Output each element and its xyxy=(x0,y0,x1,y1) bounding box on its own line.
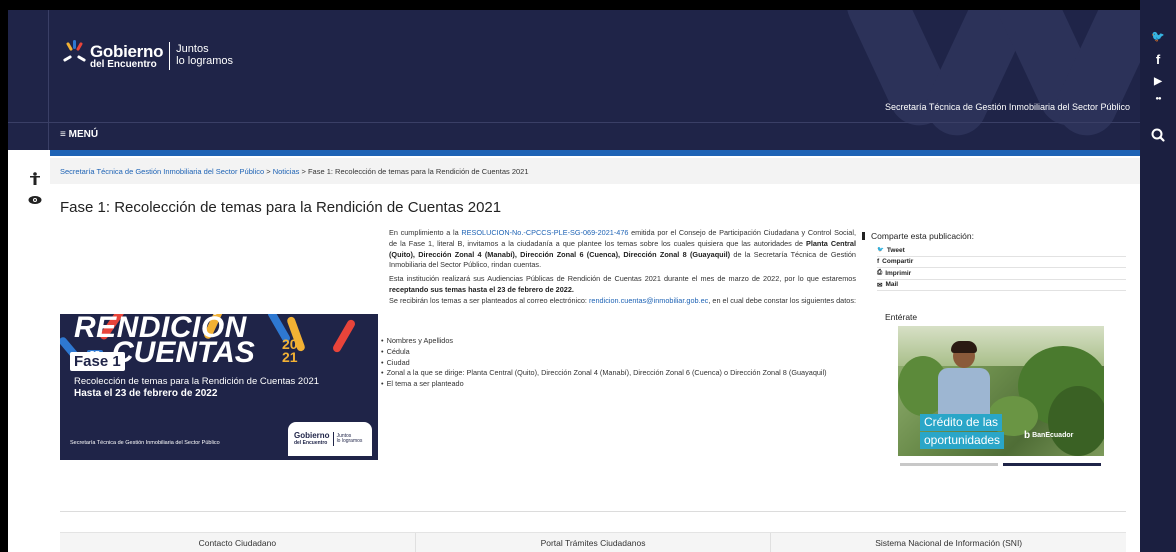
breadcrumb-separator: > xyxy=(264,167,273,176)
flickr-icon[interactable]: ●● xyxy=(1155,96,1161,102)
promo-caption-line1: Crédito de las xyxy=(920,414,1003,431)
window-top-border xyxy=(0,0,1176,10)
resolution-link[interactable]: RESOLUCION-No.-CPCCS-PLE-SG-069-2021-476 xyxy=(461,228,628,237)
breadcrumb: Secretaría Técnica de Gestión Inmobiliar… xyxy=(60,167,529,176)
promo-banner[interactable]: Crédito de las oportunidades b BanEcuador xyxy=(898,326,1104,456)
breadcrumb-home-link[interactable]: Secretaría Técnica de Gestión Inmobiliar… xyxy=(60,167,264,176)
enterate-heading: Entérate xyxy=(885,312,918,322)
share-facebook-button[interactable]: f Compartir xyxy=(877,257,1126,268)
facebook-icon[interactable]: f xyxy=(1156,52,1160,67)
logo-subtitle: del Encuentro xyxy=(90,58,157,70)
logo-slogan-line2: lo logramos xyxy=(176,55,234,67)
footer-link-contacto[interactable]: Contacto Ciudadano xyxy=(60,533,416,552)
promo-caption-line2: oportunidades xyxy=(920,432,1005,449)
article-body: En cumplimiento a la RESOLUCION-No.-CPCC… xyxy=(389,228,856,310)
twitter-icon[interactable]: 🐦 xyxy=(1151,30,1165,43)
slider-indicator-active[interactable] xyxy=(1003,463,1101,466)
required-data-list: Nombres y Apellidos Cédula Ciudad Zonal … xyxy=(381,336,861,390)
promo-bank-logo: b BanEcuador xyxy=(1024,430,1074,441)
footer-link-tramites[interactable]: Portal Trámites Ciudadanos xyxy=(416,533,772,552)
breadcrumb-separator: > xyxy=(299,167,308,176)
breadcrumb-current: Fase 1: Recolección de temas para la Ren… xyxy=(307,167,529,176)
article-banner-image: RENDICIÓN DE CUENTAS 20 21 Fase 1 Recole… xyxy=(60,314,378,460)
header-divider xyxy=(48,10,49,150)
banner-logo-title: Gobierno xyxy=(294,431,330,440)
promo-bank-name: BanEcuador xyxy=(1032,432,1074,439)
banner-year-bottom: 21 xyxy=(282,348,298,365)
banner-gobierno-logo: Gobierno del Encuentro Juntos lo logramo… xyxy=(288,422,372,456)
logo-mark-icon xyxy=(62,40,87,70)
banner-phase-label: Fase 1 xyxy=(70,352,125,371)
header-divider xyxy=(8,122,1140,123)
accessibility-icon[interactable] xyxy=(29,172,41,186)
banner-institution: Secretaría Técnica de Gestión Inmobiliar… xyxy=(70,440,220,446)
youtube-icon[interactable]: ▶ xyxy=(1154,76,1162,87)
page-title: Fase 1: Recolección de temas para la Ren… xyxy=(60,199,502,216)
menu-button[interactable]: ≡ MENÚ xyxy=(60,129,98,140)
share-panel: Comparte esta publicación: 🐦 Tweet f Compa… xyxy=(862,231,1130,291)
twitter-icon: 🐦 xyxy=(877,247,884,254)
footer-link-sni[interactable]: Sistema Nacional de Información (SNI) xyxy=(771,533,1126,552)
logo-title: Gobierno xyxy=(90,41,164,61)
list-item: Ciudad xyxy=(381,358,861,369)
list-item: El tema a ser planteado xyxy=(381,379,861,390)
share-tweet-button[interactable]: 🐦 Tweet xyxy=(877,245,1126,257)
institution-name[interactable]: Secretaría Técnica de Gestión Inmobiliar… xyxy=(885,102,1130,112)
article-paragraph: Esta institución realizará sus Audiencia… xyxy=(389,274,856,294)
search-icon[interactable] xyxy=(1146,125,1170,145)
banner-title-cuentas: CUENTAS xyxy=(112,336,255,369)
email-link[interactable]: rendicion.cuentas@inmobiliar.gob.ec xyxy=(589,296,708,305)
gobierno-logo[interactable]: Gobierno del Encuentro Juntos lo logramo… xyxy=(62,40,234,70)
banner-subtitle: Recolección de temas para la Rendición d… xyxy=(74,376,320,387)
list-item: Zonal a la que se dirige: Planta Central… xyxy=(381,368,861,379)
mail-icon: ✉ xyxy=(877,281,883,289)
article-paragraph: Se recibirán los temas a ser planteados … xyxy=(389,295,856,305)
banner-logo-subtitle: del Encuentro xyxy=(294,440,328,446)
window-left-border xyxy=(0,0,8,552)
footer-links: Contacto Ciudadano Portal Trámites Ciuda… xyxy=(60,532,1126,552)
slider-indicator[interactable] xyxy=(900,463,998,466)
social-links: 🐦 f ▶ ●● xyxy=(1140,30,1176,102)
banner-deadline: Hasta el 23 de febrero de 2022 xyxy=(74,388,218,399)
breadcrumb-news-link[interactable]: Noticias xyxy=(273,167,300,176)
list-item: Nombres y Apellidos xyxy=(381,336,861,347)
print-icon: ⎙ xyxy=(877,269,883,277)
article-paragraph: En cumplimiento a la RESOLUCION-No.-CPCC… xyxy=(389,228,856,270)
footer-divider xyxy=(60,511,1126,512)
banner-logo-slogan2: lo logramos xyxy=(336,438,363,444)
share-title: Comparte esta publicación: xyxy=(871,231,975,241)
header-accent-stripe xyxy=(50,150,1140,156)
share-print-button[interactable]: ⎙ Imprimir xyxy=(877,268,1126,280)
list-item: Cédula xyxy=(381,347,861,358)
site-header: Gobierno del Encuentro Juntos lo logramo… xyxy=(8,10,1140,150)
facebook-icon: f xyxy=(877,258,880,266)
eye-icon[interactable] xyxy=(28,195,42,205)
share-mail-button[interactable]: ✉ Mail xyxy=(877,280,1126,291)
